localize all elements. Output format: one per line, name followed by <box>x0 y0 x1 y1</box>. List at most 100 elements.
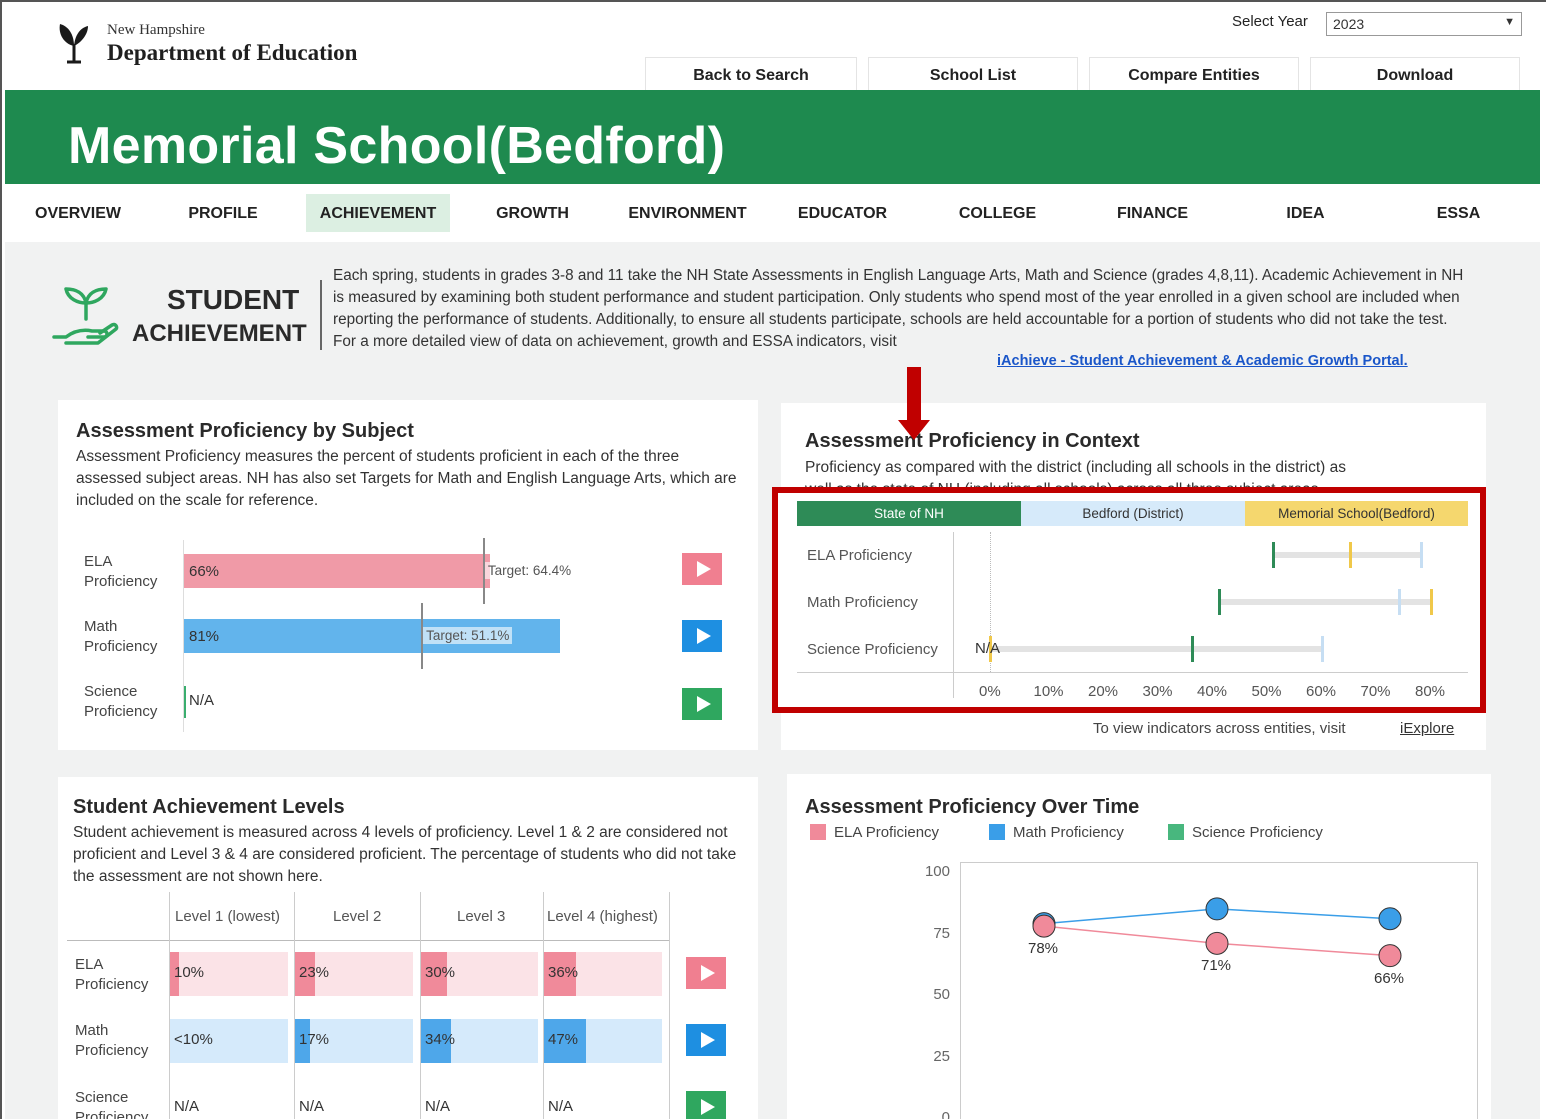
page-frame: New Hampshire Department of Education Se… <box>0 0 1546 1119</box>
levels-header-3: Level 3 <box>457 908 506 925</box>
ela-row-label: ELA Proficiency <box>84 553 158 590</box>
legend-ela-swatch <box>810 824 826 840</box>
tab-finance[interactable]: FINANCE <box>1080 194 1225 232</box>
levels-math-label: Math Proficiency <box>75 1022 149 1059</box>
levels-cell: 10% <box>170 952 288 996</box>
select-year-label: Select Year <box>1232 13 1308 30</box>
over-time-y-tick: 100 <box>924 863 950 880</box>
levels-vline <box>169 892 170 1119</box>
levels-desc: Student achievement is measured across 4… <box>73 824 737 885</box>
section-title-line1: STUDENT <box>167 284 300 315</box>
legend-science-swatch <box>1168 824 1184 840</box>
chevron-down-icon: ▼ <box>1504 16 1515 28</box>
legend-ela-label: ELA Proficiency <box>834 824 940 841</box>
levels-cell: N/A <box>421 1086 538 1119</box>
legend-science-label: Science Proficiency <box>1192 824 1323 841</box>
nhdoe-logo-icon <box>59 24 88 64</box>
download-button[interactable]: Download <box>1310 57 1520 91</box>
levels-cell: N/A <box>170 1086 288 1119</box>
iexplore-link[interactable]: iExplore <box>1400 720 1454 737</box>
ela-play-button[interactable] <box>682 553 722 585</box>
levels-header-1: Level 1 (lowest) <box>175 908 281 925</box>
in-context-title: Assessment Proficiency in Context <box>805 430 1140 452</box>
levels-cell: 34% <box>421 1019 538 1063</box>
section-divider <box>320 280 322 350</box>
over-time-title: Assessment Proficiency Over Time <box>805 796 1140 818</box>
series-point-ela-proficiency <box>1205 931 1229 955</box>
tab-overview[interactable]: OVERVIEW <box>13 194 143 232</box>
series-point-ela-proficiency <box>1032 914 1056 938</box>
tab-profile[interactable]: PROFILE <box>153 194 293 232</box>
levels-cell-value: N/A <box>299 1098 325 1115</box>
by-subject-desc: Assessment Proficiency measures the perc… <box>76 448 737 509</box>
ela-target-label: Target: 64.4% <box>484 562 575 579</box>
tab-growth[interactable]: GROWTH <box>460 194 605 232</box>
levels-cell: 30% <box>421 952 538 996</box>
org-state-name: New Hampshire <box>107 22 205 38</box>
levels-ela-label: ELA Proficiency <box>75 956 149 993</box>
compare-entities-button[interactable]: Compare Entities <box>1089 57 1299 91</box>
science-bar-value: N/A <box>189 692 215 709</box>
levels-cell-value: 30% <box>425 964 456 981</box>
levels-cell-value: 23% <box>299 964 330 981</box>
by-subject-title: Assessment Proficiency by Subject <box>76 420 414 442</box>
levels-science-play-button[interactable] <box>686 1091 726 1119</box>
math-play-button[interactable] <box>682 620 722 652</box>
over-time-data-label: 71% <box>1201 957 1232 975</box>
iachieve-link[interactable]: iAchieve - Student Achievement & Academi… <box>997 353 1408 369</box>
callout-arrow-head <box>898 420 930 440</box>
tab-bar: OVERVIEW PROFILE ACHIEVEMENT GROWTH ENVI… <box>5 184 1540 242</box>
levels-cell: N/A <box>295 1086 413 1119</box>
levels-cell: 17% <box>295 1019 413 1063</box>
math-bar-value: 81% <box>189 628 220 645</box>
levels-vline <box>420 892 421 1119</box>
tab-idea[interactable]: IDEA <box>1233 194 1378 232</box>
levels-cell-value: 47% <box>548 1031 579 1048</box>
levels-cell: 36% <box>544 952 662 996</box>
levels-cell-value: <10% <box>174 1031 213 1048</box>
over-time-y-tick: 0 <box>941 1109 950 1119</box>
levels-cell: 47% <box>544 1019 662 1063</box>
levels-cell-value: N/A <box>425 1098 451 1115</box>
legend-math-label: Math Proficiency <box>1013 824 1124 841</box>
intro-paragraph: Each spring, students in grades 3-8 and … <box>333 267 1464 328</box>
series-point-math-proficiency <box>1378 907 1402 931</box>
legend-math-swatch <box>989 824 1005 840</box>
levels-cell-value: 36% <box>548 964 579 981</box>
over-time-plot <box>1032 897 1402 968</box>
science-bar <box>184 686 186 718</box>
science-play-button[interactable] <box>682 688 722 720</box>
tab-essa[interactable]: ESSA <box>1386 194 1531 232</box>
highlight-box <box>772 487 1486 713</box>
tab-achievement[interactable]: ACHIEVEMENT <box>306 194 450 232</box>
year-select-value: 2023 <box>1333 16 1365 32</box>
levels-header-rule <box>67 940 669 941</box>
levels-vline <box>294 892 295 1119</box>
intro-link-prefix: For a more detailed view of data on achi… <box>333 333 897 350</box>
levels-title: Student Achievement Levels <box>73 796 345 818</box>
org-department-name: Department of Education <box>107 40 358 65</box>
over-time-y-tick: 75 <box>933 924 950 942</box>
levels-math-play-button[interactable] <box>686 1024 726 1056</box>
levels-cell: <10% <box>170 1019 288 1063</box>
back-to-search-button[interactable]: Back to Search <box>645 57 857 91</box>
levels-vline <box>543 892 544 1119</box>
series-point-ela-proficiency <box>1378 944 1402 968</box>
tab-educator[interactable]: EDUCATOR <box>770 194 915 232</box>
year-select[interactable]: 2023 ▼ <box>1326 12 1522 36</box>
over-time-y-tick: 25 <box>933 1047 950 1065</box>
levels-cell-value: 10% <box>174 964 205 981</box>
ela-bar <box>184 554 491 588</box>
iexplore-prefix: To view indicators across entities, visi… <box>1093 720 1346 737</box>
levels-ela-play-button[interactable] <box>686 957 726 989</box>
levels-header-2: Level 2 <box>333 908 382 925</box>
callout-arrow <box>907 367 921 423</box>
tab-college[interactable]: COLLEGE <box>925 194 1070 232</box>
tab-environment[interactable]: ENVIRONMENT <box>615 194 760 232</box>
school-list-button[interactable]: School List <box>868 57 1078 91</box>
over-time-data-label: 66% <box>1374 969 1405 987</box>
math-row-label: Math Proficiency <box>84 618 158 655</box>
series-point-math-proficiency <box>1205 897 1229 921</box>
intro-text: Each spring, students in grades 3-8 and … <box>333 265 1473 353</box>
school-banner: Memorial School(Bedford) <box>5 90 1540 184</box>
